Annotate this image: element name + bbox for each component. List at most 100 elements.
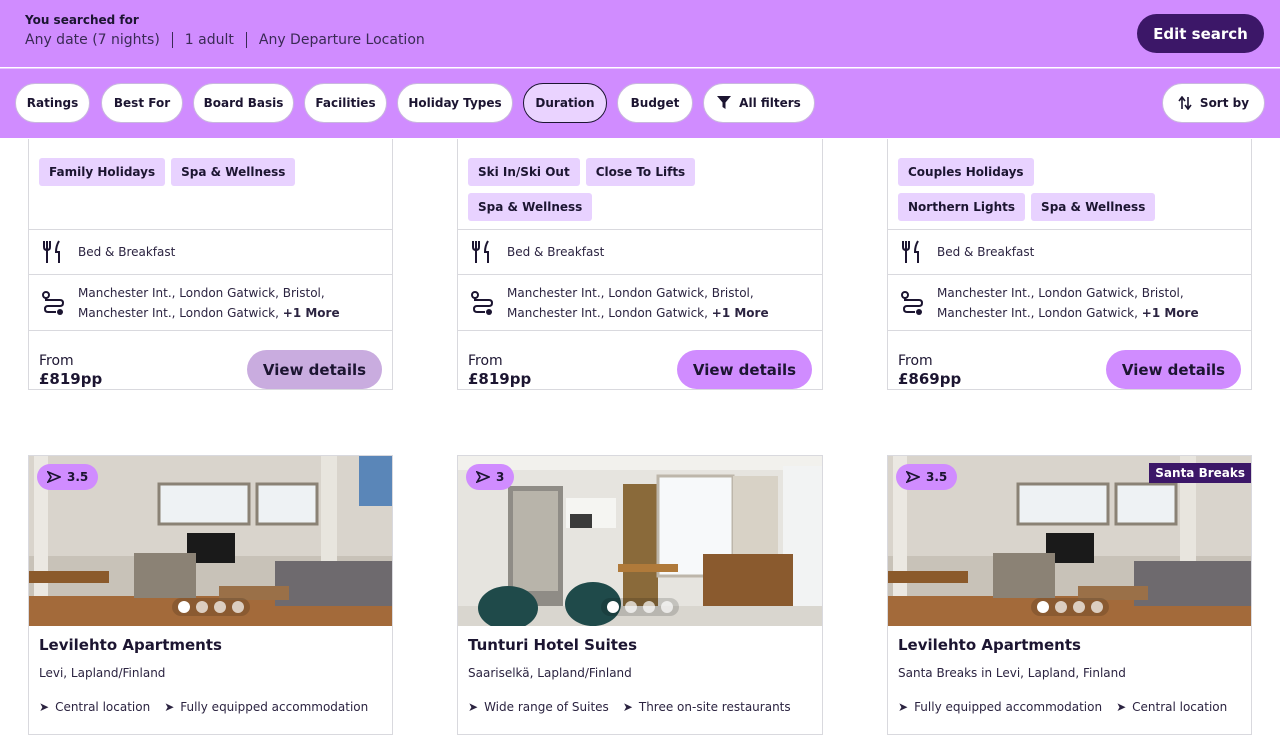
price: £819pp	[468, 370, 532, 388]
search-summary-bar: You searched for Any date (7 nights) 1 a…	[0, 0, 1280, 67]
carousel-dot[interactable]	[1036, 601, 1049, 613]
arrow-icon: ➤	[622, 700, 633, 714]
hotel-photo[interactable]: 3.5 Santa Breaks	[888, 456, 1251, 626]
view-details-button[interactable]: View details	[247, 350, 382, 389]
feature-item: ➤ Central location	[39, 700, 150, 714]
photo-carousel-dots[interactable]	[1030, 598, 1109, 616]
price: £819pp	[39, 370, 103, 388]
rating-badge: 3.5	[896, 464, 958, 490]
hotel-features: ➤ Wide range of Suites ➤ Three on-site res…	[468, 700, 791, 714]
price-from-label: From	[39, 353, 74, 369]
hotel-photo[interactable]: 3	[458, 456, 822, 626]
hotel-card[interactable]: 3 Tunturi Hotel Suites Saariselkä, Lapla…	[457, 455, 823, 735]
carousel-dot[interactable]	[177, 601, 190, 613]
carousel-dot[interactable]	[607, 601, 619, 613]
cutlery-icon	[458, 240, 507, 264]
hotel-location: Levi, Lapland/Finland	[39, 666, 166, 680]
airports-line-text: Manchester Int., London Gatwick,	[507, 305, 708, 320]
rating-value: 3	[496, 470, 505, 484]
hotel-card[interactable]: 3.5 Santa Breaks Levilehto Apartments Sa…	[887, 455, 1252, 735]
hotel-location: Santa Breaks in Levi, Lapland, Finland	[898, 666, 1126, 680]
filter-holiday-types[interactable]: Holiday Types	[397, 83, 513, 123]
tripadvisor-icon	[47, 471, 61, 483]
airports-line: Manchester Int., London Gatwick, Bristol…	[78, 285, 325, 300]
airports-line-text: Manchester Int., London Gatwick,	[78, 305, 279, 320]
board-basis-row: Bed & Breakfast	[458, 229, 822, 274]
filter-duration[interactable]: Duration	[523, 83, 607, 123]
price: £869pp	[898, 370, 962, 388]
filter-facilities[interactable]: Facilities	[304, 83, 387, 123]
divider	[458, 330, 822, 331]
sort-by-button[interactable]: Sort by	[1162, 83, 1265, 123]
tag-list: Family Holidays Spa & Wellness	[39, 158, 379, 186]
divider	[29, 330, 392, 331]
tag-list: Couples Holidays Northern Lights Spa & W…	[898, 158, 1158, 221]
cutlery-icon	[888, 240, 937, 264]
tripadvisor-icon	[476, 471, 490, 483]
carousel-dot[interactable]	[643, 601, 655, 613]
view-details-button[interactable]: View details	[677, 350, 812, 389]
filter-icon	[717, 96, 732, 110]
search-departure: Any Departure Location	[258, 32, 425, 48]
airports-line: Manchester Int., London Gatwick, +1 More	[507, 303, 769, 323]
airports-line: Manchester Int., London Gatwick, +1 More	[78, 303, 340, 323]
hotel-name[interactable]: Levilehto Apartments	[898, 636, 1081, 654]
divider	[245, 32, 247, 48]
rating-badge: 3.5	[37, 464, 99, 490]
hotel-location: Saariselkä, Lapland/Finland	[468, 666, 632, 680]
price-from-label: From	[468, 353, 503, 369]
filter-ratings[interactable]: Ratings	[15, 83, 90, 123]
tag: Couples Holidays	[898, 158, 1034, 186]
carousel-dot[interactable]	[1090, 601, 1103, 613]
hotel-card[interactable]: 3.5 Levilehto Apartments Levi, Lapland/F…	[28, 455, 393, 735]
sort-by-label: Sort by	[1199, 96, 1250, 110]
feature-item: ➤ Wide range of Suites	[468, 700, 609, 714]
divider	[171, 32, 173, 48]
hotel-features: ➤ Fully equipped accommodation ➤ Central l…	[898, 700, 1227, 714]
airports-line: Manchester Int., London Gatwick, Bristol…	[507, 285, 754, 300]
more-airports-link[interactable]: +1 More	[1142, 306, 1199, 320]
carousel-dot[interactable]	[1054, 601, 1067, 613]
feature-item: ➤ Fully equipped accommodation	[898, 700, 1102, 714]
arrow-icon: ➤	[1116, 700, 1127, 714]
search-summary-label: You searched for	[25, 13, 139, 27]
airports-row: Manchester Int., London Gatwick, Bristol…	[29, 274, 392, 330]
hotel-features: ➤ Central location ➤ Fully equipped accomm…	[39, 700, 368, 714]
tag: Northern Lights	[898, 193, 1026, 221]
all-filters-button[interactable]: All filters	[703, 83, 815, 123]
filter-board-basis[interactable]: Board Basis	[193, 83, 294, 123]
carousel-dot[interactable]	[625, 601, 637, 613]
feature-item: ➤ Fully equipped accommodation	[164, 700, 368, 714]
arrow-icon: ➤	[898, 700, 909, 714]
filter-best-for[interactable]: Best For	[101, 83, 183, 123]
airports-line: Manchester Int., London Gatwick, Bristol…	[937, 285, 1184, 300]
airports-row: Manchester Int., London Gatwick, Bristol…	[458, 274, 822, 330]
price-from-label: From	[898, 353, 933, 369]
hotel-card: Family Holidays Spa & Wellness Bed & Bre…	[28, 139, 393, 390]
carousel-dot[interactable]	[1072, 601, 1085, 613]
carousel-dot[interactable]	[661, 601, 673, 613]
all-filters-label: All filters	[739, 96, 801, 110]
carousel-dot[interactable]	[213, 601, 226, 613]
hotel-name[interactable]: Tunturi Hotel Suites	[468, 636, 637, 654]
search-date: Any date (7 nights)	[25, 32, 160, 48]
airports-line-text: Manchester Int., London Gatwick,	[937, 305, 1138, 320]
arrow-icon: ➤	[39, 700, 50, 714]
filter-budget[interactable]: Budget	[617, 83, 693, 123]
hotel-name[interactable]: Levilehto Apartments	[39, 636, 222, 654]
board-basis: Bed & Breakfast	[507, 245, 605, 259]
hotel-photo[interactable]: 3.5	[29, 456, 392, 626]
more-airports-link[interactable]: +1 More	[712, 306, 769, 320]
photo-carousel-dots[interactable]	[601, 598, 679, 616]
more-airports-link[interactable]: +1 More	[283, 306, 340, 320]
carousel-dot[interactable]	[231, 601, 244, 613]
photo-carousel-dots[interactable]	[171, 598, 250, 616]
edit-search-button[interactable]: Edit search	[1137, 14, 1264, 53]
tag: Family Holidays	[39, 158, 166, 186]
departure-airports: Manchester Int., London Gatwick, Bristol…	[507, 283, 769, 323]
tag: Spa & Wellness	[171, 158, 296, 186]
santa-breaks-ribbon: Santa Breaks	[1149, 463, 1251, 483]
rating-badge: 3	[466, 464, 515, 490]
view-details-button[interactable]: View details	[1106, 350, 1241, 389]
carousel-dot[interactable]	[195, 601, 208, 613]
